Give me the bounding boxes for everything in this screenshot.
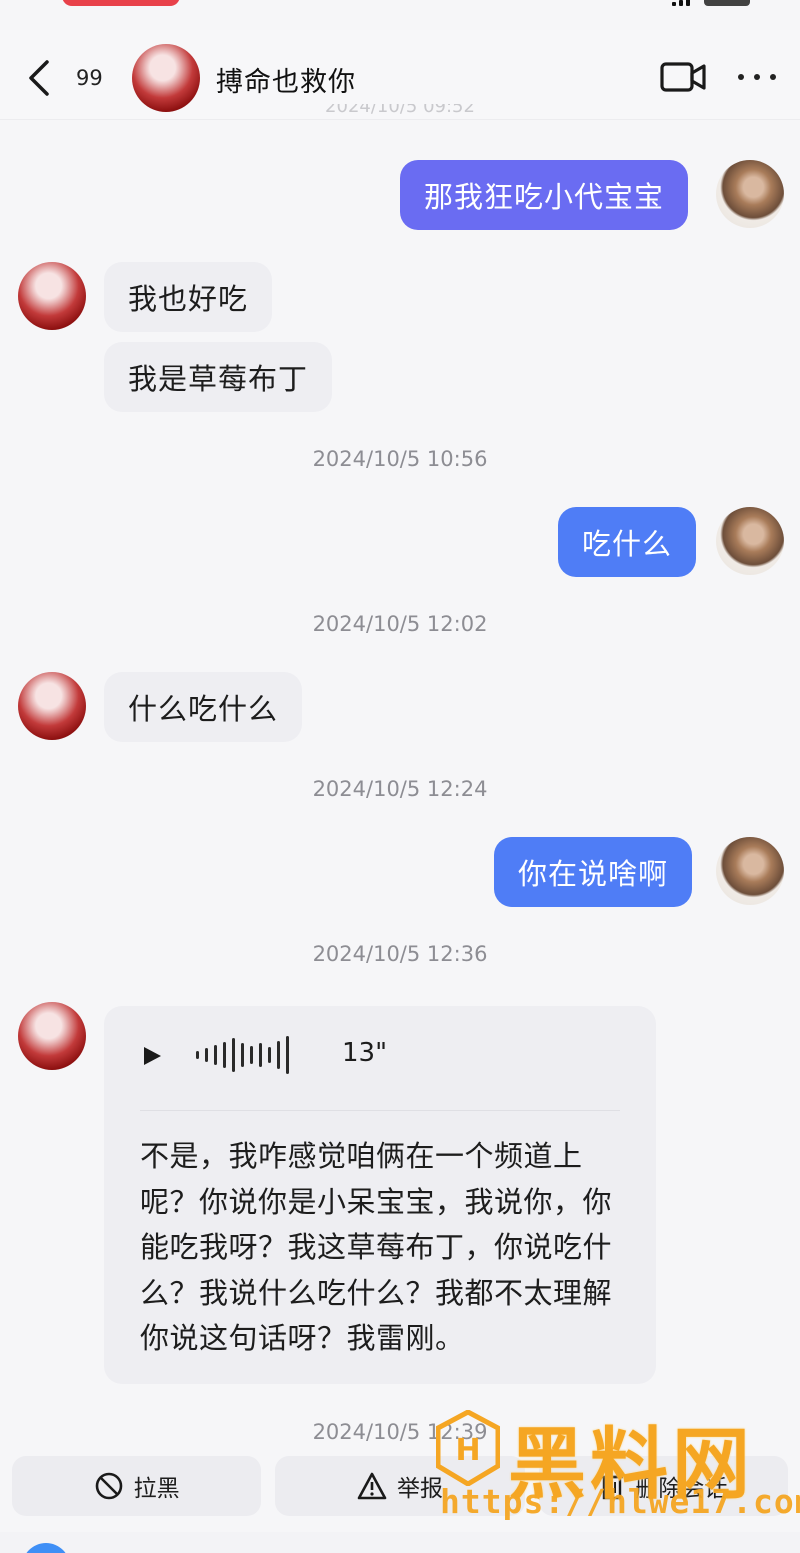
self-avatar[interactable] <box>716 160 784 228</box>
message-bubble-self[interactable]: 那我狂吃小代宝宝 <box>400 160 689 230</box>
timestamp: 2024/10/5 12:24 <box>312 777 488 801</box>
video-camera-icon <box>660 62 706 92</box>
battery-icon <box>704 0 750 6</box>
message-bubble-other[interactable]: 我是草莓布丁 <box>104 342 333 412</box>
contact-name[interactable]: 搏命也救你 <box>216 60 356 99</box>
timestamp: 2024/10/5 10:56 <box>312 447 488 471</box>
status-indicator-pill <box>62 0 180 6</box>
waveform-icon <box>196 1034 289 1076</box>
voice-transcript: 不是，我咋感觉咱俩在一个频道上呢？你说你是小呆宝宝，我说你，你能吃我呀？我这草莓… <box>140 1139 613 1355</box>
watermark-logo-icon: H <box>436 1410 500 1486</box>
divider <box>140 1110 620 1111</box>
contact-avatar[interactable] <box>18 262 86 330</box>
chevron-left-icon <box>29 60 49 96</box>
message-bubble-self[interactable]: 吃什么 <box>558 507 697 577</box>
warning-icon <box>357 1472 387 1500</box>
chat-screen: 99 搏命也救你 2024/10/5 09:52 那我狂吃小代宝宝 我也好吃 我… <box>0 0 800 1553</box>
signal-icon <box>672 0 690 6</box>
input-area-edge <box>0 1532 800 1553</box>
status-bar-icons <box>672 0 750 6</box>
contact-avatar[interactable] <box>18 672 86 740</box>
dot-icon <box>738 74 744 80</box>
faded-timestamp: 2024/10/5 09:52 <box>325 104 475 117</box>
block-icon <box>95 1472 122 1500</box>
timestamp: 2024/10/5 12:36 <box>312 942 488 966</box>
self-avatar[interactable] <box>716 837 784 905</box>
message-bubble-other[interactable]: 什么吃什么 <box>104 672 303 742</box>
message-bubble-self[interactable]: 你在说啥啊 <box>494 837 693 907</box>
contact-avatar[interactable] <box>18 1002 86 1070</box>
contact-avatar[interactable] <box>132 44 200 112</box>
video-call-button[interactable] <box>660 60 706 94</box>
self-avatar[interactable] <box>716 507 784 575</box>
voice-duration: 13" <box>342 1038 388 1068</box>
timestamp: 2024/10/5 12:02 <box>312 612 488 636</box>
more-options-button[interactable] <box>738 70 776 84</box>
play-icon[interactable] <box>140 1044 164 1068</box>
watermark-url: https://hlwe17.com <box>440 1482 800 1521</box>
unread-count: 99 <box>76 66 103 90</box>
dot-icon <box>770 74 776 80</box>
back-button[interactable] <box>22 58 56 98</box>
message-bubble-other[interactable]: 我也好吃 <box>104 262 273 332</box>
svg-text:H: H <box>455 1433 480 1468</box>
dot-icon <box>754 74 760 80</box>
block-button[interactable]: 拉黑 <box>12 1456 262 1516</box>
block-label: 拉黑 <box>133 1476 180 1502</box>
voice-message-card[interactable]: 13" 不是，我咋感觉咱俩在一个频道上呢？你说你是小呆宝宝，我说你，你能吃我呀？… <box>104 1006 656 1384</box>
